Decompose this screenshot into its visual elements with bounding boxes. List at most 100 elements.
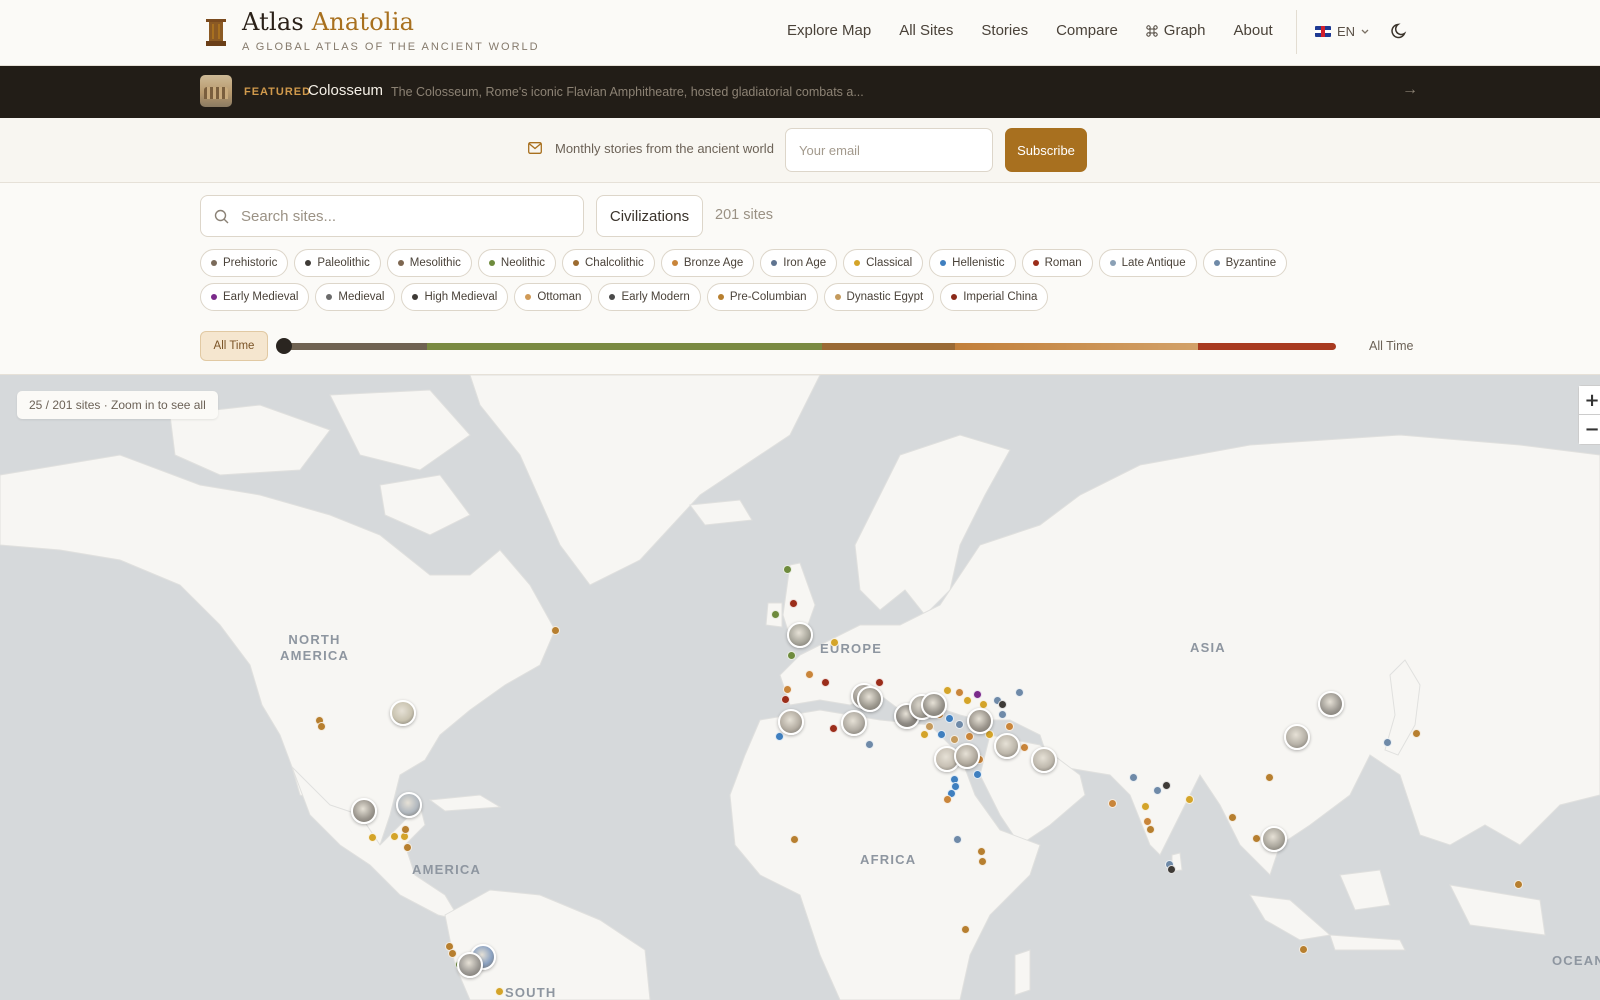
period-chip-mesolithic[interactable]: Mesolithic: [386, 249, 472, 277]
site-marker[interactable]: [965, 732, 974, 741]
site-marker[interactable]: [961, 925, 970, 934]
site-marker[interactable]: [1514, 880, 1523, 889]
site-marker[interactable]: [787, 651, 796, 660]
site-thumbnail-marker[interactable]: [841, 710, 867, 736]
civilizations-button[interactable]: Civilizations: [596, 195, 703, 237]
dark-mode-moon-icon[interactable]: [1390, 21, 1410, 41]
nav-about[interactable]: About: [1234, 22, 1273, 39]
featured-banner[interactable]: FEATURED Colosseum The Colosseum, Rome's…: [0, 66, 1600, 118]
zoom-out-button[interactable]: −: [1579, 415, 1600, 444]
site-marker[interactable]: [551, 626, 560, 635]
subscribe-button[interactable]: Subscribe: [1005, 128, 1087, 172]
site-marker[interactable]: [448, 949, 457, 958]
site-marker[interactable]: [1162, 781, 1171, 790]
period-chip-pre-columbian[interactable]: Pre-Columbian: [706, 283, 818, 311]
site-marker[interactable]: [1299, 945, 1308, 954]
email-field[interactable]: [785, 128, 993, 172]
site-marker[interactable]: [1141, 802, 1150, 811]
nav-explore-map[interactable]: Explore Map: [787, 22, 871, 39]
site-marker[interactable]: [973, 770, 982, 779]
site-thumbnail-marker[interactable]: [1031, 747, 1057, 773]
site-marker[interactable]: [317, 722, 326, 731]
period-chip-early-medieval[interactable]: Early Medieval: [200, 283, 310, 311]
search-input[interactable]: [241, 196, 571, 236]
site-thumbnail-marker[interactable]: [1261, 826, 1287, 852]
site-marker[interactable]: [401, 825, 410, 834]
site-marker[interactable]: [1228, 813, 1237, 822]
site-marker[interactable]: [1153, 786, 1162, 795]
site-thumbnail-marker[interactable]: [954, 743, 980, 769]
site-marker[interactable]: [1005, 722, 1014, 731]
all-time-button[interactable]: All Time: [200, 331, 268, 361]
period-chip-prehistoric[interactable]: Prehistoric: [200, 249, 289, 277]
period-chip-hellenistic[interactable]: Hellenistic: [929, 249, 1016, 277]
site-marker[interactable]: [1383, 738, 1392, 747]
site-marker[interactable]: [943, 795, 952, 804]
site-marker[interactable]: [1015, 688, 1024, 697]
nav-all-sites[interactable]: All Sites: [899, 22, 953, 39]
site-marker[interactable]: [789, 599, 798, 608]
site-marker[interactable]: [977, 847, 986, 856]
site-marker[interactable]: [978, 857, 987, 866]
period-chip-iron-age[interactable]: Iron Age: [760, 249, 838, 277]
timeline-slider-track[interactable]: [283, 343, 1336, 350]
period-chip-chalcolithic[interactable]: Chalcolithic: [562, 249, 655, 277]
logo-title[interactable]: Atlas Anatolia: [242, 8, 414, 36]
site-marker[interactable]: [998, 710, 1007, 719]
site-thumbnail-marker[interactable]: [1318, 691, 1344, 717]
site-marker[interactable]: [771, 610, 780, 619]
site-marker[interactable]: [920, 730, 929, 739]
nav-stories[interactable]: Stories: [981, 22, 1028, 39]
timeline-slider-handle[interactable]: [276, 338, 292, 354]
site-thumbnail-marker[interactable]: [921, 692, 947, 718]
column-logo-icon[interactable]: [205, 19, 227, 46]
site-marker[interactable]: [963, 696, 972, 705]
site-marker[interactable]: [790, 835, 799, 844]
site-thumbnail-marker[interactable]: [857, 686, 883, 712]
site-marker[interactable]: [875, 678, 884, 687]
site-marker[interactable]: [1252, 834, 1261, 843]
period-chip-roman[interactable]: Roman: [1021, 249, 1093, 277]
site-marker[interactable]: [783, 685, 792, 694]
site-thumbnail-marker[interactable]: [1284, 724, 1310, 750]
zoom-in-button[interactable]: +: [1579, 386, 1600, 415]
period-chip-high-medieval[interactable]: High Medieval: [401, 283, 509, 311]
world-map[interactable]: 25 / 201 sites · Zoom in to see all + − …: [0, 375, 1600, 1000]
nav-compare[interactable]: Compare: [1056, 22, 1118, 39]
site-marker[interactable]: [943, 686, 952, 695]
site-marker[interactable]: [1108, 799, 1117, 808]
site-marker[interactable]: [937, 730, 946, 739]
site-marker[interactable]: [403, 843, 412, 852]
period-chip-bronze-age[interactable]: Bronze Age: [660, 249, 755, 277]
site-marker[interactable]: [821, 678, 830, 687]
period-chip-imperial-china[interactable]: Imperial China: [940, 283, 1049, 311]
site-marker[interactable]: [830, 638, 839, 647]
period-chip-ottoman[interactable]: Ottoman: [514, 283, 593, 311]
site-marker[interactable]: [775, 732, 784, 741]
site-marker[interactable]: [998, 700, 1007, 709]
period-chip-medieval[interactable]: Medieval: [315, 283, 396, 311]
site-marker[interactable]: [953, 835, 962, 844]
site-thumbnail-marker[interactable]: [390, 700, 416, 726]
site-marker[interactable]: [805, 670, 814, 679]
site-marker[interactable]: [1167, 865, 1176, 874]
language-selector[interactable]: EN: [1315, 24, 1369, 39]
site-marker[interactable]: [1185, 795, 1194, 804]
site-marker[interactable]: [368, 833, 377, 842]
site-thumbnail-marker[interactable]: [787, 622, 813, 648]
site-marker[interactable]: [829, 724, 838, 733]
site-marker[interactable]: [955, 688, 964, 697]
search-box[interactable]: [200, 195, 584, 237]
site-thumbnail-marker[interactable]: [778, 709, 804, 735]
site-marker[interactable]: [950, 735, 959, 744]
period-chip-byzantine[interactable]: Byzantine: [1202, 249, 1288, 277]
period-chip-early-modern[interactable]: Early Modern: [598, 283, 701, 311]
arrow-right-icon[interactable]: →: [1402, 81, 1418, 99]
site-thumbnail-marker[interactable]: [351, 798, 377, 824]
site-thumbnail-marker[interactable]: [396, 792, 422, 818]
period-chip-neolithic[interactable]: Neolithic: [477, 249, 556, 277]
site-marker[interactable]: [945, 714, 954, 723]
site-marker[interactable]: [781, 695, 790, 704]
period-chip-dynastic-egypt[interactable]: Dynastic Egypt: [823, 283, 935, 311]
site-marker[interactable]: [783, 565, 792, 574]
